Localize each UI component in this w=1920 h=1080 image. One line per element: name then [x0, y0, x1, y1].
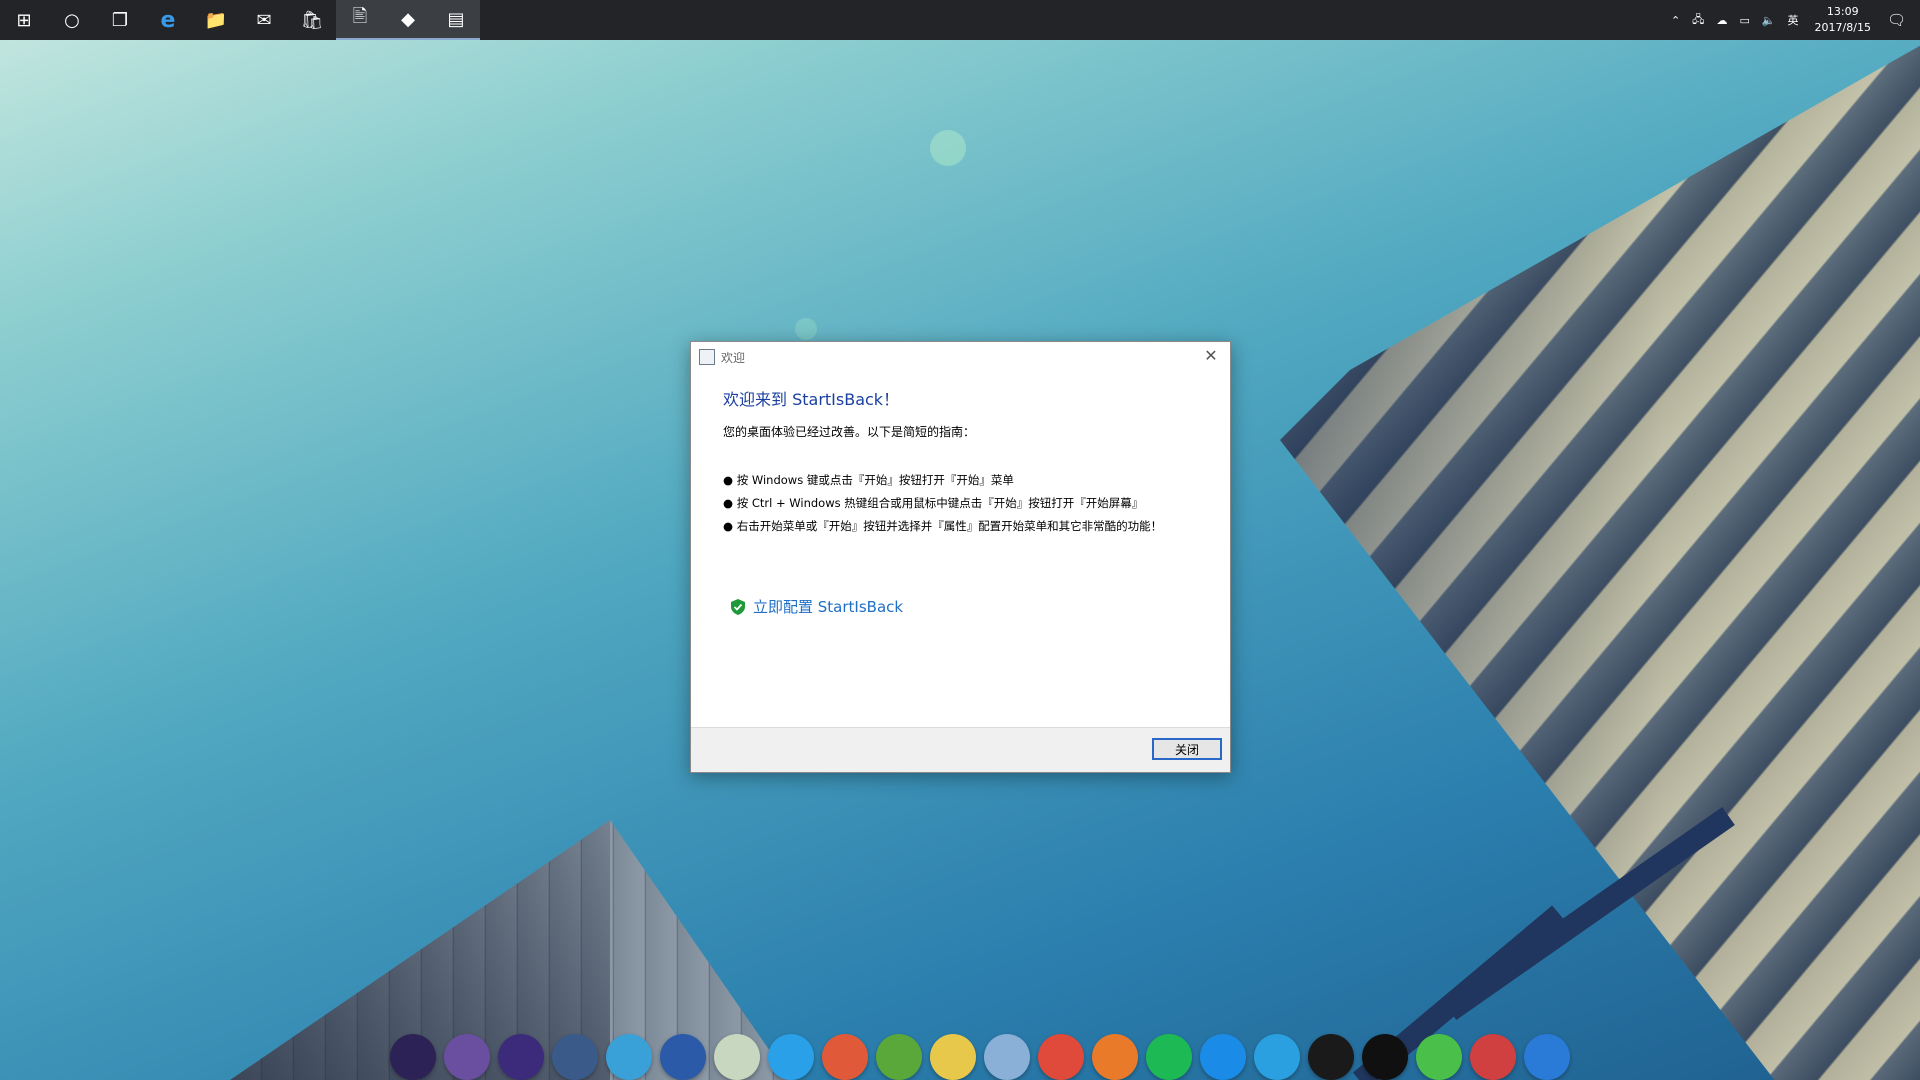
steam-icon[interactable]: [1470, 1034, 1516, 1080]
telegram-icon[interactable]: [1254, 1034, 1300, 1080]
duck-icon[interactable]: [930, 1034, 976, 1080]
start-button-icon[interactable]: ⊞: [0, 0, 48, 40]
show-hidden-icons-icon[interactable]: ⌃: [1671, 14, 1680, 27]
shield-icon: [731, 598, 745, 615]
dialog-title: 欢迎: [721, 350, 746, 365]
intellij-icon[interactable]: [1308, 1034, 1354, 1080]
teamviewer-icon[interactable]: [606, 1034, 652, 1080]
battery-icon[interactable]: ▭: [1739, 14, 1749, 27]
configure-link[interactable]: 立即配置 StartIsBack: [731, 596, 903, 617]
volume-icon[interactable]: 🔈: [1762, 14, 1776, 27]
onedrive-icon[interactable]: ☁: [1716, 14, 1727, 27]
clock-time: 13:09: [1826, 5, 1859, 18]
clock[interactable]: 13:09 2017/8/15: [1815, 4, 1871, 36]
action-center-icon[interactable]: 🗨: [1887, 11, 1906, 29]
guide-item: ● 按 Ctrl + Windows 热键组合或用鼠标中键点击『开始』按钮打开『…: [723, 496, 1144, 510]
dialog-heading: 欢迎来到 StartIsBack！: [723, 390, 900, 409]
light-flare: [930, 130, 966, 166]
virtualbox-icon[interactable]: [552, 1034, 598, 1080]
money-icon[interactable]: [876, 1034, 922, 1080]
git-app-icon[interactable]: ◆: [384, 0, 432, 40]
guide-item: ● 右击开始菜单或『开始』按钮并选择并『属性』配置开始菜单和其它非常酷的功能！: [723, 519, 1163, 533]
firefox-icon[interactable]: [1092, 1034, 1138, 1080]
guide-item: ● 按 Windows 键或点击『开始』按钮打开『开始』菜单: [723, 473, 1014, 487]
eclipse-icon[interactable]: [390, 1034, 436, 1080]
store-icon[interactable]: 🛍: [288, 0, 336, 40]
swift-icon[interactable]: [822, 1034, 868, 1080]
close-button[interactable]: 关闭: [1152, 738, 1222, 760]
dingtalk-icon[interactable]: [1200, 1034, 1246, 1080]
chromium-icon[interactable]: [984, 1034, 1030, 1080]
dialog-titlebar: 欢迎 ✕: [691, 342, 1230, 372]
chrome-icon[interactable]: [1038, 1034, 1084, 1080]
recycle-bin-icon[interactable]: [714, 1034, 760, 1080]
notepad-app-icon[interactable]: 🖹: [336, 0, 384, 40]
dialog-app-icon: [699, 349, 715, 365]
monitor-icon[interactable]: [660, 1034, 706, 1080]
network-icon[interactable]: 🖧: [1692, 11, 1704, 30]
window-app-icon[interactable]: ▤: [432, 0, 480, 40]
cortana-icon[interactable]: ○: [48, 0, 96, 40]
taskbar: ⊞ ○ ❐ e 📁 ✉ 🛍 🖹 ◆ ▤ ⌃ 🖧 ☁ ▭ 🔈 英 13:09 2017/8/15 🗨: [0, 0, 1920, 40]
feishu-icon[interactable]: [768, 1034, 814, 1080]
ime-indicator[interactable]: 英: [1788, 12, 1799, 28]
guide-list: ● 按 Windows 键或点击『开始』按钮打开『开始』菜单 ● 按 Ctrl …: [723, 472, 1193, 541]
configure-link-label: 立即配置 StartIsBack: [753, 598, 904, 616]
task-view-icon[interactable]: ❐: [96, 0, 144, 40]
eclipse-purple-icon[interactable]: [444, 1034, 490, 1080]
taskbar-pinned-area: ⊞ ○ ❐ e 📁 ✉ 🛍 🖹 ◆ ▤: [0, 0, 480, 40]
light-flare: [795, 318, 817, 340]
qq-icon[interactable]: [1362, 1034, 1408, 1080]
app-dock: [390, 1020, 1578, 1080]
mail-icon[interactable]: ✉: [240, 0, 288, 40]
dialog-footer: 关闭: [691, 727, 1230, 772]
tools-icon[interactable]: [1524, 1034, 1570, 1080]
welcome-dialog: 欢迎 ✕ 欢迎来到 StartIsBack！ 您的桌面体验已经过改善。以下是简短…: [690, 341, 1231, 773]
wechat-icon[interactable]: [1416, 1034, 1462, 1080]
edge-icon[interactable]: e: [144, 0, 192, 40]
close-icon[interactable]: ✕: [1200, 346, 1222, 365]
clock-date: 2017/8/15: [1814, 21, 1871, 34]
spotify-icon[interactable]: [1146, 1034, 1192, 1080]
file-explorer-icon[interactable]: 📁: [192, 0, 240, 40]
dialog-intro: 您的桌面体验已经过改善。以下是简短的指南：: [723, 425, 976, 439]
system-tray: ⌃ 🖧 ☁ ▭ 🔈 英 13:09 2017/8/15 🗨: [1665, 0, 1920, 40]
eclipse-che-icon[interactable]: [498, 1034, 544, 1080]
